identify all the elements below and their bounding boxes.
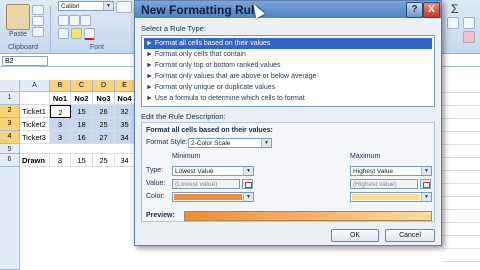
row-header-empty <box>0 167 20 270</box>
cell-b4[interactable]: 3 <box>50 131 71 144</box>
rule-type-item-1[interactable]: ► Format only cells that contain <box>144 49 432 60</box>
min-value-input[interactable]: (Lowest value) <box>172 179 240 189</box>
column-header-d[interactable]: D <box>93 80 115 92</box>
fill-icon[interactable] <box>463 17 475 29</box>
cell-c6[interactable]: 15 <box>71 154 93 167</box>
cell-d2[interactable]: 26 <box>93 105 115 118</box>
cell-d1[interactable]: No3 <box>93 92 115 105</box>
italic-icon[interactable] <box>69 15 80 26</box>
column-header-e[interactable]: E <box>115 80 135 92</box>
cell-c3[interactable]: 18 <box>71 118 93 131</box>
ok-button[interactable]: OK <box>331 229 379 242</box>
cell-e4[interactable]: 34 <box>115 131 135 144</box>
rule-type-list[interactable]: ► Format all cells based on their values… <box>141 35 435 107</box>
rule-type-item-2[interactable]: ► Format only top or bottom ranked value… <box>144 60 432 71</box>
cell-e3[interactable]: 35 <box>115 118 135 131</box>
preview-label: Preview: <box>146 212 175 219</box>
minimum-label: Minimum <box>172 153 201 160</box>
cell-c4[interactable]: 16 <box>71 131 93 144</box>
max-color-swatch <box>352 194 420 200</box>
row-header-6[interactable]: 6 <box>0 154 20 167</box>
cell-a3[interactable]: Ticket2 <box>20 118 50 131</box>
row-header-2[interactable]: 2 <box>0 105 20 118</box>
row-header-1[interactable]: 1 <box>0 92 20 105</box>
min-type-combo[interactable]: Lowest Value ▼ <box>172 166 254 176</box>
format-style-label: Format Style: <box>146 139 188 146</box>
help-button[interactable]: ? <box>406 2 423 18</box>
rule-type-item-5[interactable]: ► Use a formula to determine which cells… <box>144 93 432 104</box>
paste-icon[interactable] <box>6 4 30 30</box>
color-label: Color: <box>146 193 165 200</box>
desc-heading: Format all cells based on their values: <box>146 127 273 134</box>
select-all-corner[interactable] <box>0 80 20 92</box>
new-formatting-rule-dialog: New Formatting Rule ? X Select a Rule Ty… <box>134 0 442 246</box>
cut-icon[interactable] <box>32 5 44 15</box>
dialog-title: New Formatting Rule <box>141 3 262 17</box>
cell-c1[interactable]: No2 <box>71 92 93 105</box>
bold-icon[interactable] <box>58 15 69 26</box>
cell-row5[interactable] <box>20 144 135 154</box>
cell-a6[interactable]: Drawn <box>20 154 50 167</box>
cancel-button[interactable]: Cancel <box>385 229 435 242</box>
paste-label: Paste <box>9 31 27 38</box>
borders-icon[interactable] <box>58 28 69 39</box>
color-scale-preview <box>184 211 432 221</box>
row-header-5[interactable]: 5 <box>0 144 20 154</box>
underline-icon[interactable] <box>80 15 91 26</box>
cell-c2[interactable]: 15 <box>71 105 93 118</box>
cell-e1[interactable]: No4 <box>115 92 135 105</box>
format-painter-icon[interactable] <box>32 27 44 37</box>
clipboard-group-label: Clipboard <box>8 44 38 51</box>
row-header-3[interactable]: 3 <box>0 118 20 131</box>
grid-area-right[interactable] <box>442 80 480 270</box>
maximum-label: Maximum <box>350 153 381 160</box>
autosum-icon[interactable]: Σ <box>451 2 458 16</box>
font-size-combo[interactable] <box>116 1 132 13</box>
format-style-combo[interactable]: 2-Color Scale ▼ <box>188 138 272 148</box>
cell-d6[interactable]: 25 <box>93 154 115 167</box>
font-name-combo[interactable]: Calibri ▼ <box>58 1 114 11</box>
font-color-icon[interactable] <box>84 28 95 40</box>
name-box[interactable]: B2 <box>2 56 48 66</box>
cell-a2[interactable]: Ticket1 <box>20 105 50 118</box>
column-header-b[interactable]: B <box>50 80 71 92</box>
max-type-combo[interactable]: Highest Value ▼ <box>350 166 432 176</box>
type-label: Type: <box>146 167 164 174</box>
clear-icon[interactable] <box>463 31 475 43</box>
cell-b1[interactable]: No1 <box>50 92 71 105</box>
rule-description-panel: Format all cells based on their values: … <box>141 122 435 222</box>
rule-type-item-4[interactable]: ► Format only unique or duplicate values <box>144 82 432 93</box>
row-header-4[interactable]: 4 <box>0 131 20 144</box>
cell-b2[interactable]: 2 <box>50 105 71 118</box>
cell-e2[interactable]: 32 <box>115 105 135 118</box>
format-icon[interactable] <box>447 17 459 29</box>
rule-type-item-3[interactable]: ► Format only values that are above or b… <box>144 71 432 82</box>
close-button[interactable]: X <box>423 2 440 18</box>
column-header-a[interactable]: A <box>20 80 50 92</box>
max-value-input[interactable]: (Highest value) <box>350 179 418 189</box>
cell-d4[interactable]: 27 <box>93 131 115 144</box>
cell-a4[interactable]: Ticket3 <box>20 131 50 144</box>
cell-b3[interactable]: 3 <box>50 118 71 131</box>
select-rule-type-label: Select a Rule Type: <box>141 24 206 33</box>
value-label: Value: <box>146 180 166 187</box>
copy-icon[interactable] <box>32 16 44 26</box>
cell-b6[interactable]: 3 <box>50 154 71 167</box>
column-header-c[interactable]: C <box>71 80 93 92</box>
min-color-picker[interactable]: ▼ <box>172 192 254 202</box>
fill-color-icon[interactable] <box>71 28 82 39</box>
max-color-picker[interactable]: ▼ <box>350 192 432 202</box>
cell-e6[interactable]: 34 <box>115 154 135 167</box>
cell-a1[interactable] <box>20 92 50 105</box>
font-group-label: Font <box>90 44 105 51</box>
cell-d3[interactable]: 25 <box>93 118 115 131</box>
edit-description-label: Edit the Rule Description: <box>141 112 226 121</box>
rule-type-item-0[interactable]: ► Format all cells based on their values <box>144 38 432 49</box>
min-color-swatch <box>174 194 242 200</box>
max-value-picker-icon[interactable] <box>420 179 431 189</box>
min-value-picker-icon[interactable] <box>242 179 253 189</box>
